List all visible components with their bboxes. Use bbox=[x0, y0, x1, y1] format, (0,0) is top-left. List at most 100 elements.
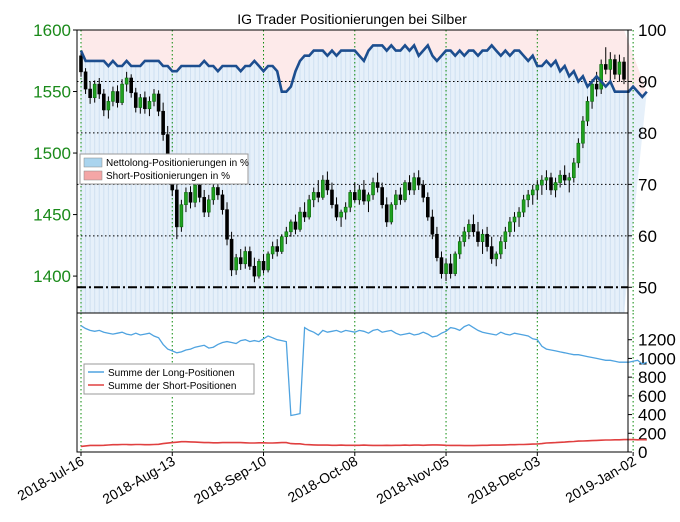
chart-title: IG Trader Positionierungen bei Silber bbox=[237, 11, 467, 27]
candle-body bbox=[243, 251, 248, 265]
candle-body bbox=[540, 179, 544, 186]
candle-body bbox=[138, 97, 143, 108]
legend-label: Summe der Short-Positionen bbox=[108, 381, 236, 392]
candle-body bbox=[439, 257, 444, 274]
candle-body bbox=[339, 211, 343, 218]
candle-body bbox=[394, 194, 398, 206]
candle-body bbox=[521, 199, 526, 213]
candle-body bbox=[613, 59, 617, 75]
candle-body bbox=[412, 177, 416, 191]
candle-body bbox=[530, 189, 535, 196]
candle-body bbox=[485, 233, 489, 247]
candle-body bbox=[102, 93, 106, 111]
candle-body bbox=[503, 231, 508, 242]
candle-body bbox=[206, 199, 211, 213]
candle-body bbox=[307, 199, 311, 218]
candle-body bbox=[197, 184, 202, 198]
candle-body bbox=[124, 77, 129, 85]
candle-body bbox=[558, 174, 562, 183]
candle-body bbox=[421, 184, 426, 198]
left-tick-label: 1600 bbox=[33, 21, 71, 40]
candle-body bbox=[435, 233, 439, 258]
x-tick-label: 2018-Nov-05 bbox=[373, 453, 451, 507]
candle-body bbox=[88, 88, 92, 98]
candle-body bbox=[97, 83, 102, 95]
legend-label: Short-Positionierungen in % bbox=[106, 171, 230, 182]
candle-body bbox=[425, 197, 430, 218]
candle-body bbox=[462, 231, 467, 242]
candle-body bbox=[476, 231, 480, 242]
candle-body bbox=[184, 192, 188, 206]
candle-body bbox=[193, 184, 197, 203]
candle-body bbox=[380, 187, 384, 206]
candle-body bbox=[279, 236, 284, 252]
candle-body bbox=[535, 184, 540, 191]
left-tick-label: 1550 bbox=[33, 83, 71, 102]
x-tick-label: 2018-Aug-13 bbox=[100, 453, 178, 507]
right-tick-label: 90 bbox=[638, 72, 657, 91]
candle-body bbox=[284, 231, 289, 238]
right-tick-label: 600 bbox=[638, 387, 666, 406]
left-tick-label: 1450 bbox=[33, 206, 71, 225]
candle-body bbox=[549, 177, 553, 191]
candle-body bbox=[407, 182, 412, 191]
candle-body bbox=[467, 224, 471, 233]
candle-body bbox=[494, 253, 499, 260]
candle-body bbox=[252, 265, 257, 277]
candle-body bbox=[581, 120, 585, 144]
right-tick-label: 1000 bbox=[638, 349, 676, 368]
right-tick-label: 1200 bbox=[638, 331, 676, 350]
candle-body bbox=[617, 61, 622, 75]
candle-body bbox=[220, 194, 225, 210]
candle-body bbox=[430, 216, 435, 235]
candle-body bbox=[248, 251, 252, 267]
legend-top: Nettolong-Positionierungen in % Short-Pos… bbox=[79, 153, 249, 185]
legend-swatch bbox=[83, 170, 103, 181]
candle-body bbox=[603, 64, 608, 70]
candle-body bbox=[175, 189, 179, 228]
candle-body bbox=[133, 92, 138, 108]
candle-body bbox=[156, 93, 161, 112]
chart-root: IG Trader Positionierungen bei Silber 14… bbox=[0, 0, 680, 517]
candle-body bbox=[106, 101, 111, 111]
candle-body bbox=[517, 211, 521, 218]
chart-svg: IG Trader Positionierungen bei Silber 14… bbox=[14, 11, 676, 507]
candle-body bbox=[316, 192, 321, 198]
candle-body bbox=[599, 64, 603, 90]
candle-body bbox=[225, 209, 229, 240]
left-tick-label: 1500 bbox=[33, 144, 71, 163]
candle-body bbox=[348, 192, 353, 208]
series-line bbox=[80, 438, 647, 448]
candle-body bbox=[489, 246, 494, 260]
candle-body bbox=[211, 187, 216, 201]
candle-body bbox=[129, 77, 133, 94]
left-tick-label: 1400 bbox=[33, 267, 71, 286]
candle-body bbox=[302, 211, 307, 218]
candle-body bbox=[562, 174, 567, 181]
candle-body bbox=[325, 179, 330, 191]
candle-body bbox=[152, 93, 156, 102]
candle-body bbox=[343, 206, 348, 213]
x-tick-label: 2018-Dec-03 bbox=[465, 453, 543, 507]
candle-body bbox=[147, 101, 152, 110]
candle-body bbox=[179, 204, 184, 228]
candle-body bbox=[576, 142, 581, 164]
candle-body bbox=[238, 257, 243, 265]
candle-body bbox=[266, 253, 270, 271]
right-tick-label: 50 bbox=[638, 278, 657, 297]
candle-body bbox=[608, 59, 613, 70]
candle-body bbox=[389, 204, 394, 223]
candle-body bbox=[229, 238, 234, 271]
candle-body bbox=[330, 189, 334, 206]
right-tick-label: 60 bbox=[638, 227, 657, 246]
candle-body bbox=[293, 221, 298, 230]
candle-body bbox=[115, 91, 120, 103]
right-tick-label: 80 bbox=[638, 124, 657, 143]
candle-body bbox=[416, 177, 421, 186]
candle-body bbox=[83, 71, 88, 90]
legend-swatch bbox=[83, 157, 103, 168]
candle-body bbox=[334, 204, 339, 218]
candle-body bbox=[216, 187, 220, 196]
candle-body bbox=[257, 261, 261, 277]
candle-body bbox=[298, 211, 302, 230]
